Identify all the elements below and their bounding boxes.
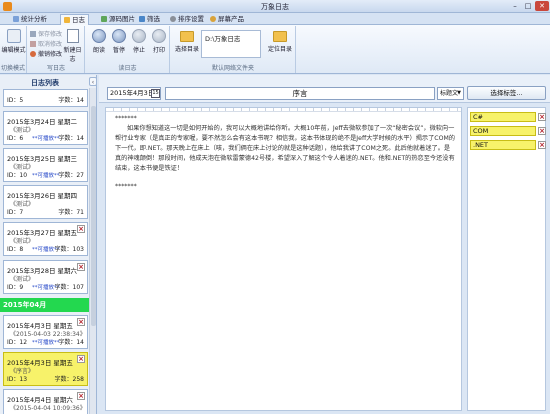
filter-icon <box>139 16 145 22</box>
calendar-icon[interactable]: 15 <box>151 89 160 98</box>
product-icon <box>210 16 216 22</box>
folder-icon <box>180 31 194 42</box>
cancel-icon <box>30 41 36 47</box>
maximize-button[interactable]: □ <box>522 1 534 11</box>
log-list-panel: 日志列表 ‹ ID：5 字数：14 2015年3月24日 星期二 《测试》 ID… <box>0 75 97 414</box>
chart-icon <box>13 16 19 22</box>
notebook-icon <box>64 17 70 23</box>
list-item[interactable]: 2015年3月26日 星期四 《测试》 ID：7 字数：71 <box>3 185 88 219</box>
log-title-field[interactable]: 序言 <box>165 87 435 100</box>
save-changes-button[interactable]: 保存修改 <box>30 29 62 38</box>
tab-products[interactable]: 屏幕产品 <box>207 14 247 25</box>
editor-header: 2015年4月3日 15 序言 标题文 ▼ 选择标签... <box>99 75 550 103</box>
list-item[interactable]: 2015年3月25日 星期三 《测试》 ID：10 **可播放** 字数：27 <box>3 148 88 182</box>
edit-mode-icon <box>6 29 21 43</box>
list-item[interactable]: 2015年3月27日 星期五 《测试》 × ID：8 **可播放** 字数：10… <box>3 222 88 256</box>
save-icon <box>30 31 36 37</box>
month-group-header[interactable]: 2015年04月 <box>0 298 89 312</box>
list-item[interactable]: 2015年3月24日 星期二 《测试》 ID：6 **可播放** 字数：14 <box>3 111 88 145</box>
folder-locate-icon <box>273 31 287 42</box>
delete-log-icon[interactable]: × <box>77 318 85 326</box>
delete-log-icon[interactable]: × <box>77 392 85 400</box>
directory-path-field[interactable]: D:\万象日志 <box>201 30 261 58</box>
scrollbar-thumb[interactable] <box>91 106 96 326</box>
cancel-changes-button[interactable]: 取消修改 <box>30 39 62 48</box>
editor-area: 2015年4月3日 15 序言 标题文 ▼ 选择标签... ******* 如果你… <box>99 75 550 414</box>
style-select[interactable]: 标题文 ▼ <box>437 87 464 100</box>
stop-icon <box>132 29 146 43</box>
tab-source-images[interactable]: 源码图片 <box>98 14 138 25</box>
ribbon: 编辑模式 切换模式 保存修改 取消修改 撤销修改 新建日志 写日志 朗读 暂停 … <box>0 25 550 74</box>
group-read-log: 朗读 暂停 停止 打印 读日志 <box>86 26 170 73</box>
undo-changes-button[interactable]: 撤销修改 <box>30 49 62 58</box>
image-icon <box>101 16 107 22</box>
delete-log-icon[interactable]: × <box>77 225 85 233</box>
edit-mode-button[interactable]: 编辑模式 <box>1 29 26 54</box>
log-editor[interactable]: ******* 如果你想知道这一切是如何开始的，我可以大概地讲给你听。大概10年… <box>105 107 462 411</box>
group-write-log: 保存修改 取消修改 撤销修改 新建日志 写日志 <box>28 26 85 73</box>
pause-icon <box>112 29 126 43</box>
pause-button[interactable]: 暂停 <box>110 29 128 54</box>
log-list-title: 日志列表 <box>31 79 59 87</box>
locate-directory-button[interactable]: 定位目录 <box>266 29 294 53</box>
gear-icon <box>170 16 176 22</box>
tag-item[interactable]: .NET <box>470 140 536 150</box>
collapse-panel-button[interactable]: ‹ <box>89 77 96 86</box>
play-icon <box>92 29 106 43</box>
list-item[interactable]: 2015年4月4日 星期六 《2015-04-04 10:09:36》 × <box>3 389 88 414</box>
print-icon <box>152 29 166 43</box>
editor-text[interactable]: ******* 如果你想知道这一切是如何开始的，我可以大概地讲给你听。大概10年… <box>115 114 455 192</box>
tag-item[interactable]: COM <box>470 126 536 136</box>
tag-panel: C# × COM × .NET × <box>467 107 546 411</box>
delete-log-icon[interactable]: × <box>77 263 85 271</box>
tab-filter[interactable]: 筛选 <box>136 14 163 25</box>
window-title: 万象日志 <box>261 3 289 11</box>
tab-statistics[interactable]: 统计分析 <box>10 14 50 25</box>
list-item[interactable]: 2015年4月3日 星期五 《2015-04-03 22:38:34》 × ID… <box>3 315 88 349</box>
group-directory: 选择目录 D:\万象日志 定位目录 默认网络文件夹 <box>171 26 296 73</box>
list-item-selected[interactable]: 2015年4月3日 星期五 《序言》 × ID：13 字数：258 <box>3 352 88 386</box>
delete-tag-icon[interactable]: × <box>538 113 546 121</box>
log-list-scrollbar[interactable] <box>89 88 96 414</box>
list-item[interactable]: 2015年3月28日 星期六 《测试》 × ID：9 **可播放** 字数：10… <box>3 260 88 294</box>
print-button[interactable]: 打印 <box>150 29 168 54</box>
select-tags-button[interactable]: 选择标签... <box>467 86 546 100</box>
group-view: 编辑模式 切换模式 <box>0 26 27 73</box>
tab-log[interactable]: 日志 <box>60 14 89 25</box>
chevron-down-icon: ▼ <box>457 90 461 96</box>
ruler <box>106 108 461 112</box>
minimize-button[interactable]: – <box>509 1 521 11</box>
close-button[interactable]: ✕ <box>535 1 549 11</box>
delete-log-icon[interactable]: × <box>77 355 85 363</box>
new-log-button[interactable]: 新建日志 <box>61 29 84 63</box>
list-item[interactable]: ID：5 字数：14 <box>3 89 88 107</box>
title-bar: 万象日志 – □ ✕ <box>0 0 550 13</box>
tab-sort-settings[interactable]: 排序设置 <box>167 14 207 25</box>
tag-item[interactable]: C# <box>470 112 536 122</box>
select-directory-button[interactable]: 选择目录 <box>174 29 200 53</box>
ribbon-tabs: 统计分析 日志 源码图片 筛选 排序设置 屏幕产品 <box>0 13 550 25</box>
delete-tag-icon[interactable]: × <box>538 127 546 135</box>
new-document-icon <box>66 29 79 43</box>
undo-icon <box>30 51 36 57</box>
delete-tag-icon[interactable]: × <box>538 141 546 149</box>
stop-button[interactable]: 停止 <box>130 29 148 54</box>
read-aloud-button[interactable]: 朗读 <box>90 29 108 54</box>
